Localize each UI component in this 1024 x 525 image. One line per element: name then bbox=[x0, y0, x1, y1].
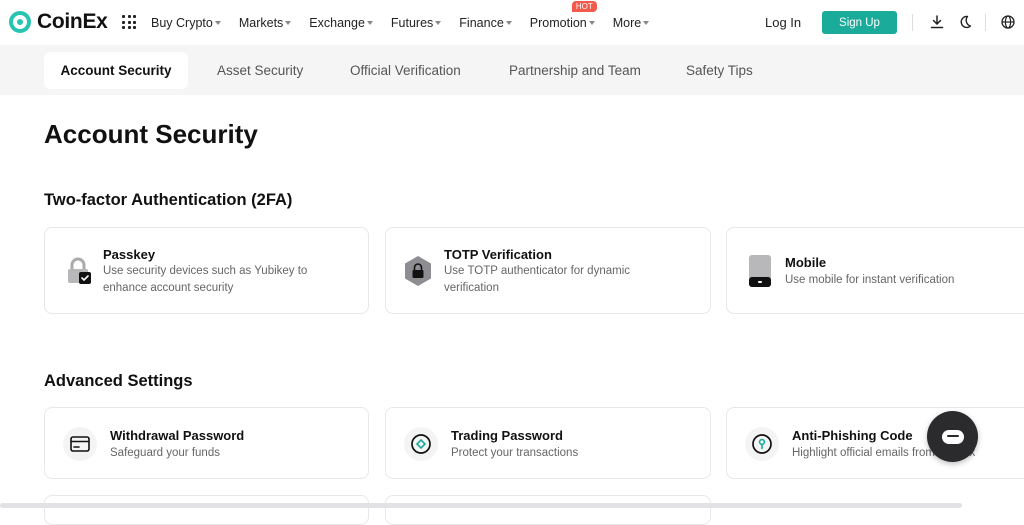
apps-grid-icon[interactable] bbox=[122, 15, 136, 29]
chevron-down-icon bbox=[505, 20, 512, 25]
horizontal-scrollbar[interactable] bbox=[0, 503, 962, 508]
card-description: Safeguard your funds bbox=[110, 447, 220, 459]
brand-name: CoinEx bbox=[37, 10, 108, 33]
tab-safety-tips[interactable]: Safety Tips bbox=[686, 52, 753, 89]
chevron-down-icon bbox=[366, 20, 373, 25]
download-icon[interactable] bbox=[929, 14, 945, 30]
moon-icon[interactable] bbox=[957, 14, 973, 30]
card-description: Use TOTP authenticator for dynamic verif… bbox=[444, 265, 631, 294]
trading-icon-wrap bbox=[404, 427, 438, 461]
card-description: Use mobile for instant verification bbox=[785, 274, 955, 286]
divider bbox=[912, 14, 913, 31]
totp-verification-card[interactable]: TOTP Verification Use TOTP authenticator… bbox=[385, 227, 711, 314]
nav-promotion[interactable]: Promotion HOT bbox=[530, 0, 597, 30]
anti-phishing-code-card[interactable]: Anti-Phishing Code Highlight official em… bbox=[726, 407, 1024, 479]
login-link[interactable]: Log In bbox=[765, 15, 801, 30]
card-title: TOTP Verification bbox=[444, 247, 552, 262]
signup-button[interactable]: Sign Up bbox=[822, 11, 897, 34]
chat-support-button[interactable] bbox=[927, 411, 978, 462]
card-title: Anti-Phishing Code bbox=[792, 428, 913, 443]
nav-buy-crypto[interactable]: Buy Crypto bbox=[151, 16, 221, 30]
globe-icon[interactable] bbox=[1000, 14, 1016, 30]
coinex-logo-icon bbox=[9, 11, 31, 33]
hexagon-lock-icon bbox=[405, 256, 431, 286]
withdrawal-password-card[interactable]: Withdrawal Password Safeguard your funds bbox=[44, 407, 369, 479]
mobile-card[interactable]: Mobile Use mobile for instant verificati… bbox=[726, 227, 1024, 314]
card-title: Passkey bbox=[103, 247, 156, 262]
main-nav: Buy Crypto Markets Exchange Futures Fina… bbox=[151, 0, 667, 45]
page-title: Account Security bbox=[44, 119, 258, 149]
nav-finance[interactable]: Finance bbox=[459, 16, 512, 30]
divider bbox=[985, 14, 986, 31]
coinex-logo[interactable]: CoinEx bbox=[9, 10, 108, 34]
card-title: Withdrawal Password bbox=[110, 428, 245, 443]
chevron-down-icon bbox=[643, 20, 650, 25]
nav-exchange[interactable]: Exchange bbox=[309, 16, 373, 30]
card-title: Mobile bbox=[785, 255, 827, 270]
diamond-circle-icon bbox=[411, 434, 431, 454]
withdrawal-icon-wrap bbox=[63, 427, 97, 461]
chat-bubble-icon bbox=[941, 429, 964, 444]
card-description: Use security devices such as Yubikey to … bbox=[103, 265, 308, 294]
chevron-down-icon bbox=[214, 20, 221, 25]
advanced-card-next[interactable] bbox=[44, 495, 369, 525]
nav-more[interactable]: More bbox=[613, 16, 650, 30]
top-navigation-bar: CoinEx Buy Crypto Markets Exchange Futur… bbox=[0, 0, 1024, 45]
tab-asset-security[interactable]: Asset Security bbox=[217, 52, 303, 89]
lock-check-icon bbox=[68, 257, 91, 284]
nav-futures[interactable]: Futures bbox=[391, 16, 442, 30]
card-description: Protect your transactions bbox=[451, 447, 579, 459]
tab-account-security[interactable]: Account Security bbox=[44, 52, 188, 89]
trading-password-card[interactable]: Trading Password Protect your transactio… bbox=[385, 407, 711, 479]
security-tabs: Account Security Asset Security Official… bbox=[0, 45, 1024, 95]
card-title: Trading Password bbox=[451, 428, 563, 443]
passkey-card[interactable]: Passkey Use security devices such as Yub… bbox=[44, 227, 369, 314]
tab-partnership-and-team[interactable]: Partnership and Team bbox=[509, 52, 641, 89]
chevron-down-icon bbox=[285, 20, 292, 25]
mobile-phone-icon bbox=[749, 255, 771, 287]
hot-badge: HOT bbox=[571, 0, 597, 12]
card-icon bbox=[70, 436, 90, 452]
nav-markets[interactable]: Markets bbox=[239, 16, 292, 30]
advanced-settings-title: Advanced Settings bbox=[44, 372, 193, 390]
chevron-down-icon bbox=[435, 20, 442, 25]
anti-phishing-icon-wrap bbox=[745, 427, 779, 461]
keyhole-icon bbox=[752, 434, 772, 454]
two-factor-section-title: Two-factor Authentication (2FA) bbox=[44, 191, 293, 209]
tab-official-verification[interactable]: Official Verification bbox=[350, 52, 461, 89]
chevron-down-icon bbox=[588, 20, 595, 25]
advanced-card-next[interactable] bbox=[385, 495, 711, 525]
